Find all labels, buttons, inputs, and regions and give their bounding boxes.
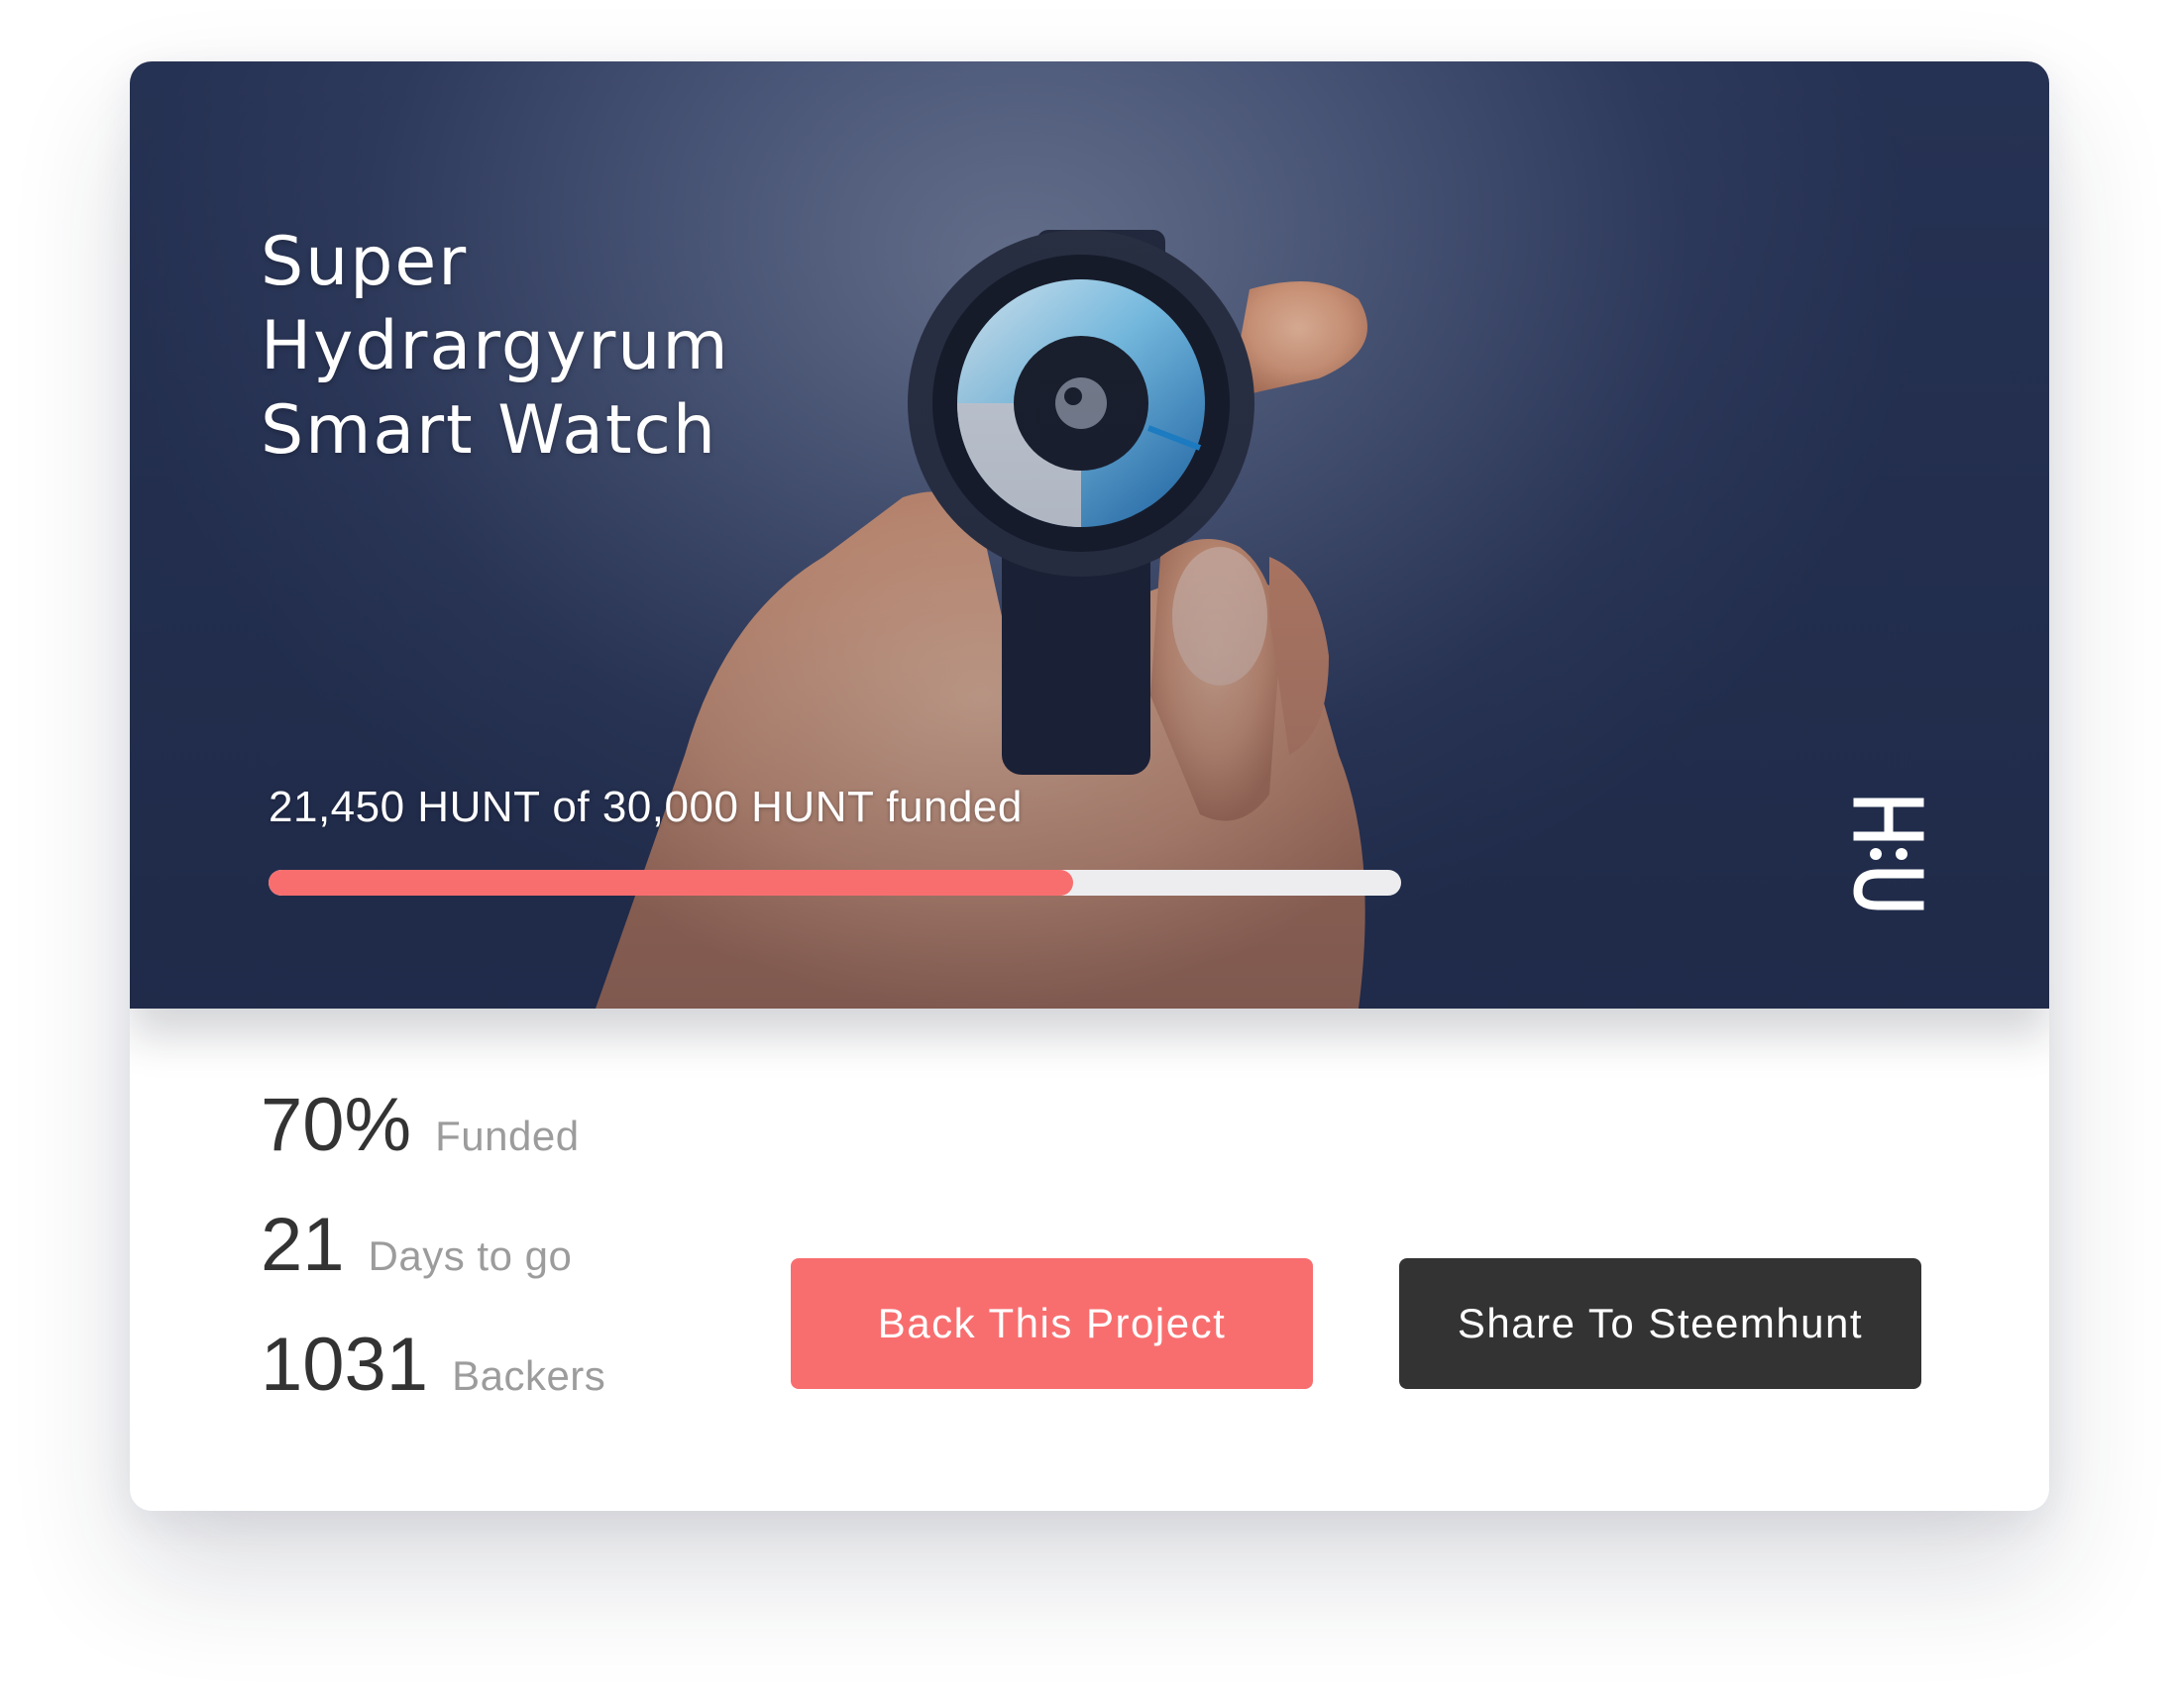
stat-funded-label: Funded <box>435 1113 580 1159</box>
funding-progress-bar <box>269 870 1401 896</box>
stat-backers: 1031 Backers <box>261 1322 605 1408</box>
stat-days: 21 Days to go <box>261 1202 572 1288</box>
hero-banner: Super Hydrargyrum Smart Watch 21,450 HUN… <box>130 61 2049 1009</box>
funding-progress-label: 21,450 HUNT of 30,000 HUNT funded <box>269 783 1023 831</box>
share-steemhunt-button[interactable]: Share To Steemhunt <box>1399 1258 1921 1389</box>
stat-funded-value: 70% <box>261 1083 412 1167</box>
project-card: Super Hydrargyrum Smart Watch 21,450 HUN… <box>130 61 2049 1511</box>
stat-funded: 70% Funded <box>261 1082 580 1168</box>
stat-backers-label: Backers <box>452 1352 606 1399</box>
steemhunt-logo-icon <box>1853 798 1924 910</box>
project-title: Super Hydrargyrum Smart Watch <box>261 223 730 470</box>
stat-days-value: 21 <box>261 1203 345 1287</box>
stat-days-label: Days to go <box>368 1232 573 1279</box>
hero-photo <box>130 61 2049 1009</box>
stat-backers-value: 1031 <box>261 1323 429 1407</box>
back-project-button[interactable]: Back This Project <box>791 1258 1313 1389</box>
funding-progress-fill <box>269 870 1073 896</box>
